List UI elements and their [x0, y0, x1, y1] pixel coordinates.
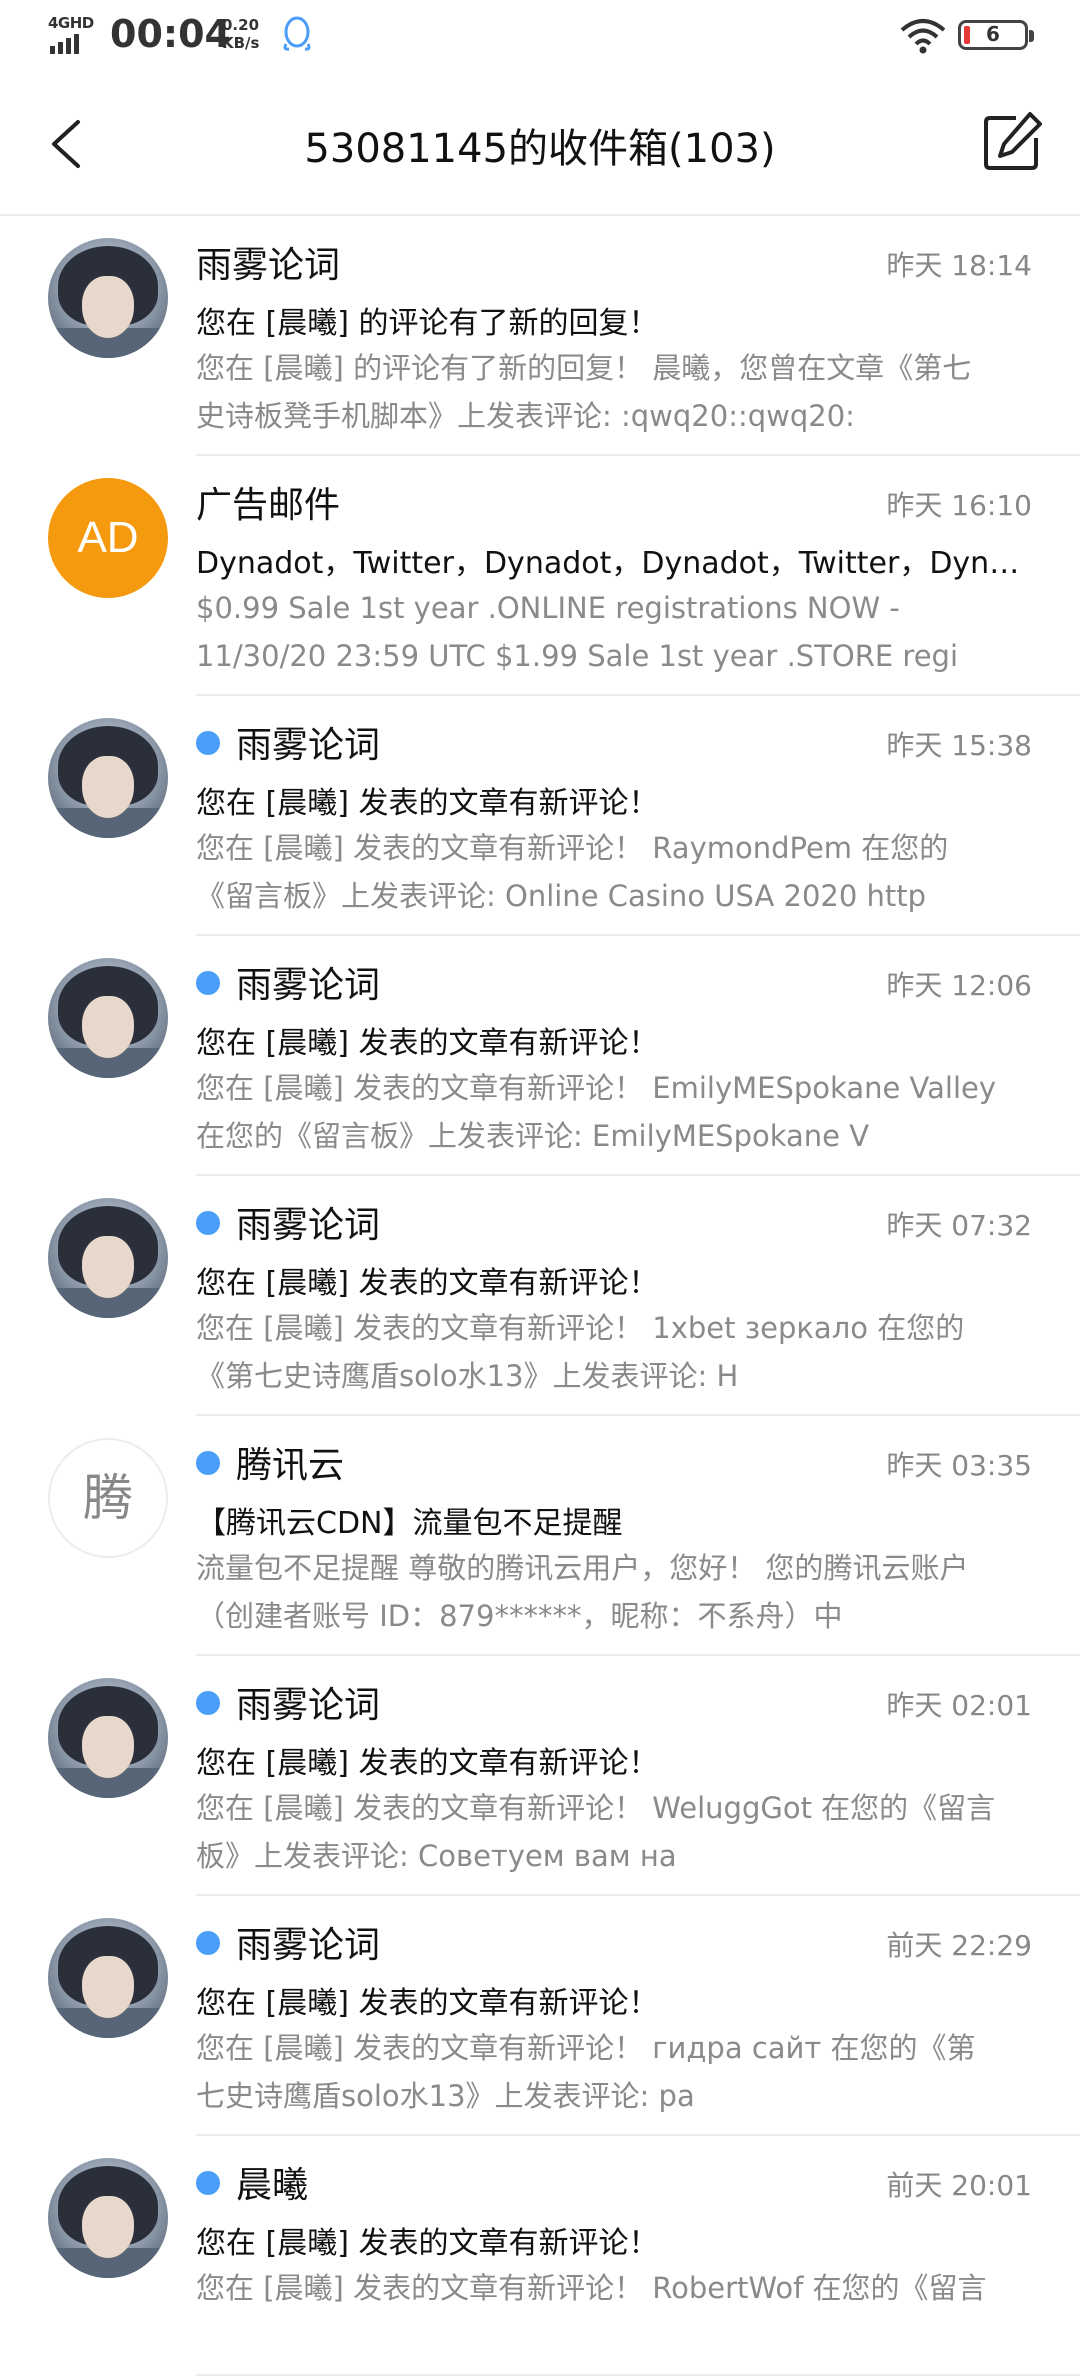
- sender-name: 雨雾论词: [196, 236, 340, 288]
- email-list-item[interactable]: 雨雾论词 昨天 02:01 您在 [晨曦] 发表的文章有新评论！ 您在 [晨曦] 发表…: [0, 1656, 1080, 1896]
- email-list-item[interactable]: AD 广告邮件 昨天 16:10 Dynadot，Twitter，Dynadot，Dy…: [0, 456, 1080, 696]
- avatar: 腾: [48, 1438, 168, 1558]
- unread-dot-icon: [196, 731, 220, 755]
- email-preview: 流量包不足提醒 尊敬的腾讯云用户，您好！ 您的腾讯云账户（创建者账号 ID：87…: [196, 1551, 969, 1633]
- sender-label: 雨雾论词: [236, 1925, 381, 1966]
- email-list-item[interactable]: 雨雾论词 昨天 15:38 您在 [晨曦] 发表的文章有新评论！ 您在 [晨曦] 发表…: [0, 696, 1080, 936]
- email-preview: 您在 [晨曦] 发表的文章有新评论！ RobertWof 在您的《留言: [196, 2271, 987, 2305]
- sender-label: 腾讯云: [236, 1445, 345, 1486]
- page-title: 53081145的收件箱(103): [304, 126, 776, 172]
- email-list-item[interactable]: 雨雾论词 昨天 18:14 您在 [晨曦] 的评论有了新的回复！ 您在 [晨曦] 的评…: [0, 216, 1080, 456]
- signal-icon: 4GHD: [48, 14, 106, 54]
- email-subject: 您在 [晨曦] 发表的文章有新评论！: [196, 1266, 659, 1301]
- unread-dot-icon: [196, 2171, 220, 2195]
- avatar: AD: [48, 478, 168, 598]
- sender-name: 雨雾论词: [196, 956, 380, 1008]
- email-subject: Dynadot，Twitter，Dynadot，Dynadot，Twitter，…: [196, 546, 1032, 581]
- battery-level: 6: [986, 22, 1000, 46]
- unread-dot-icon: [196, 971, 220, 995]
- email-subject: 您在 [晨曦] 发表的文章有新评论！: [196, 1026, 659, 1061]
- sender-label: 雨雾论词: [236, 1685, 381, 1726]
- clock: 00:04: [110, 12, 231, 56]
- email-subject: 您在 [晨曦] 发表的文章有新评论！: [196, 1746, 659, 1781]
- sender-label: 晨曦: [236, 2165, 309, 2206]
- email-subject: 【腾讯云CDN】流量包不足提醒: [196, 1506, 623, 1541]
- battery-icon: 6: [958, 20, 1034, 50]
- sender-name: 广告邮件: [196, 476, 340, 528]
- email-preview: 您在 [晨曦] 发表的文章有新评论！ WeluggGot 在您的《留言板》上发表…: [196, 1791, 996, 1873]
- email-time: 昨天 16:10: [886, 489, 1032, 522]
- email-time: 昨天 15:38: [886, 729, 1032, 762]
- avatar: [48, 1918, 168, 2038]
- sender-name: 雨雾论词: [196, 716, 380, 768]
- avatar: [48, 718, 168, 838]
- unread-dot-icon: [196, 1211, 220, 1235]
- email-time: 前天 22:29: [886, 1929, 1032, 1962]
- unread-dot-icon: [196, 1931, 220, 1955]
- email-preview: 您在 [晨曦] 发表的文章有新评论！ гидра сайт 在您的《第七史诗鹰盾…: [196, 2031, 976, 2113]
- email-time: 前天 20:01: [886, 2169, 1032, 2202]
- email-preview: 您在 [晨曦] 发表的文章有新评论！ RaymondPem 在您的《留言板》上发…: [196, 831, 949, 913]
- email-list: 雨雾论词 昨天 18:14 您在 [晨曦] 的评论有了新的回复！ 您在 [晨曦] 的评…: [0, 216, 1080, 2376]
- email-list-item[interactable]: 雨雾论词 昨天 12:06 您在 [晨曦] 发表的文章有新评论！ 您在 [晨曦] 发表…: [0, 936, 1080, 1176]
- sender-name: 雨雾论词: [196, 1916, 380, 1968]
- network-type: 4GHD: [48, 14, 94, 32]
- sender-label: 雨雾论词: [236, 965, 381, 1006]
- unread-dot-icon: [196, 1451, 220, 1475]
- avatar: [48, 1678, 168, 1798]
- email-time: 昨天 07:32: [886, 1209, 1032, 1242]
- email-subject: 您在 [晨曦] 发表的文章有新评论！: [196, 786, 659, 821]
- avatar: [48, 238, 168, 358]
- email-subject: 您在 [晨曦] 发表的文章有新评论！: [196, 1986, 659, 2021]
- speed-unit: KB/s: [222, 34, 260, 52]
- avatar: [48, 1198, 168, 1318]
- email-preview: $0.99 Sale 1st year .ONLINE registration…: [196, 591, 959, 673]
- email-list-item[interactable]: 晨曦 前天 20:01 您在 [晨曦] 发表的文章有新评论！ 您在 [晨曦] 发表的文…: [0, 2136, 1080, 2376]
- speed-value: 0.20: [222, 16, 260, 34]
- avatar: [48, 958, 168, 1078]
- sender-label: 雨雾论词: [236, 725, 381, 766]
- email-preview: 您在 [晨曦] 发表的文章有新评论！ EmilyMESpokane Valley…: [196, 1071, 997, 1153]
- email-list-item[interactable]: 雨雾论词 昨天 07:32 您在 [晨曦] 发表的文章有新评论！ 您在 [晨曦] 发表…: [0, 1176, 1080, 1416]
- email-time: 昨天 02:01: [886, 1689, 1032, 1722]
- compose-icon[interactable]: [980, 110, 1044, 174]
- unread-dot-icon: [196, 1691, 220, 1715]
- avatar: [48, 2158, 168, 2278]
- wifi-icon: [900, 19, 946, 54]
- email-time: 昨天 18:14: [886, 249, 1032, 282]
- sender-name: 雨雾论词: [196, 1196, 380, 1248]
- network-speed: 0.20 KB/s: [222, 16, 259, 52]
- email-preview: 您在 [晨曦] 发表的文章有新评论！ 1xbet зеркало 在您的《第七史…: [196, 1311, 965, 1393]
- sender-name: 腾讯云: [196, 1436, 344, 1488]
- app-header: 53081145的收件箱(103): [0, 72, 1080, 216]
- email-time: 昨天 03:35: [886, 1449, 1032, 1482]
- sender-name: 晨曦: [196, 2156, 308, 2208]
- email-subject: 您在 [晨曦] 发表的文章有新评论！: [196, 2226, 659, 2261]
- sender-label: 雨雾论词: [196, 245, 341, 286]
- qq-icon: [283, 16, 311, 51]
- email-subject: 您在 [晨曦] 的评论有了新的回复！: [196, 306, 659, 341]
- sender-label: 雨雾论词: [236, 1205, 381, 1246]
- email-time: 昨天 12:06: [886, 969, 1032, 1002]
- status-bar: 4GHD 00:04 0.20 KB/s 6: [0, 0, 1080, 72]
- email-preview: 您在 [晨曦] 的评论有了新的回复！ 晨曦，您曾在文章《第七史诗板凳手机脚本》上…: [196, 351, 972, 433]
- email-list-item[interactable]: 雨雾论词 前天 22:29 您在 [晨曦] 发表的文章有新评论！ 您在 [晨曦] 发表…: [0, 1896, 1080, 2136]
- email-list-item[interactable]: 腾 腾讯云 昨天 03:35 【腾讯云CDN】流量包不足提醒流量包不足提醒 尊敬的腾讯…: [0, 1416, 1080, 1656]
- sender-name: 雨雾论词: [196, 1676, 380, 1728]
- sender-label: 广告邮件: [196, 485, 341, 526]
